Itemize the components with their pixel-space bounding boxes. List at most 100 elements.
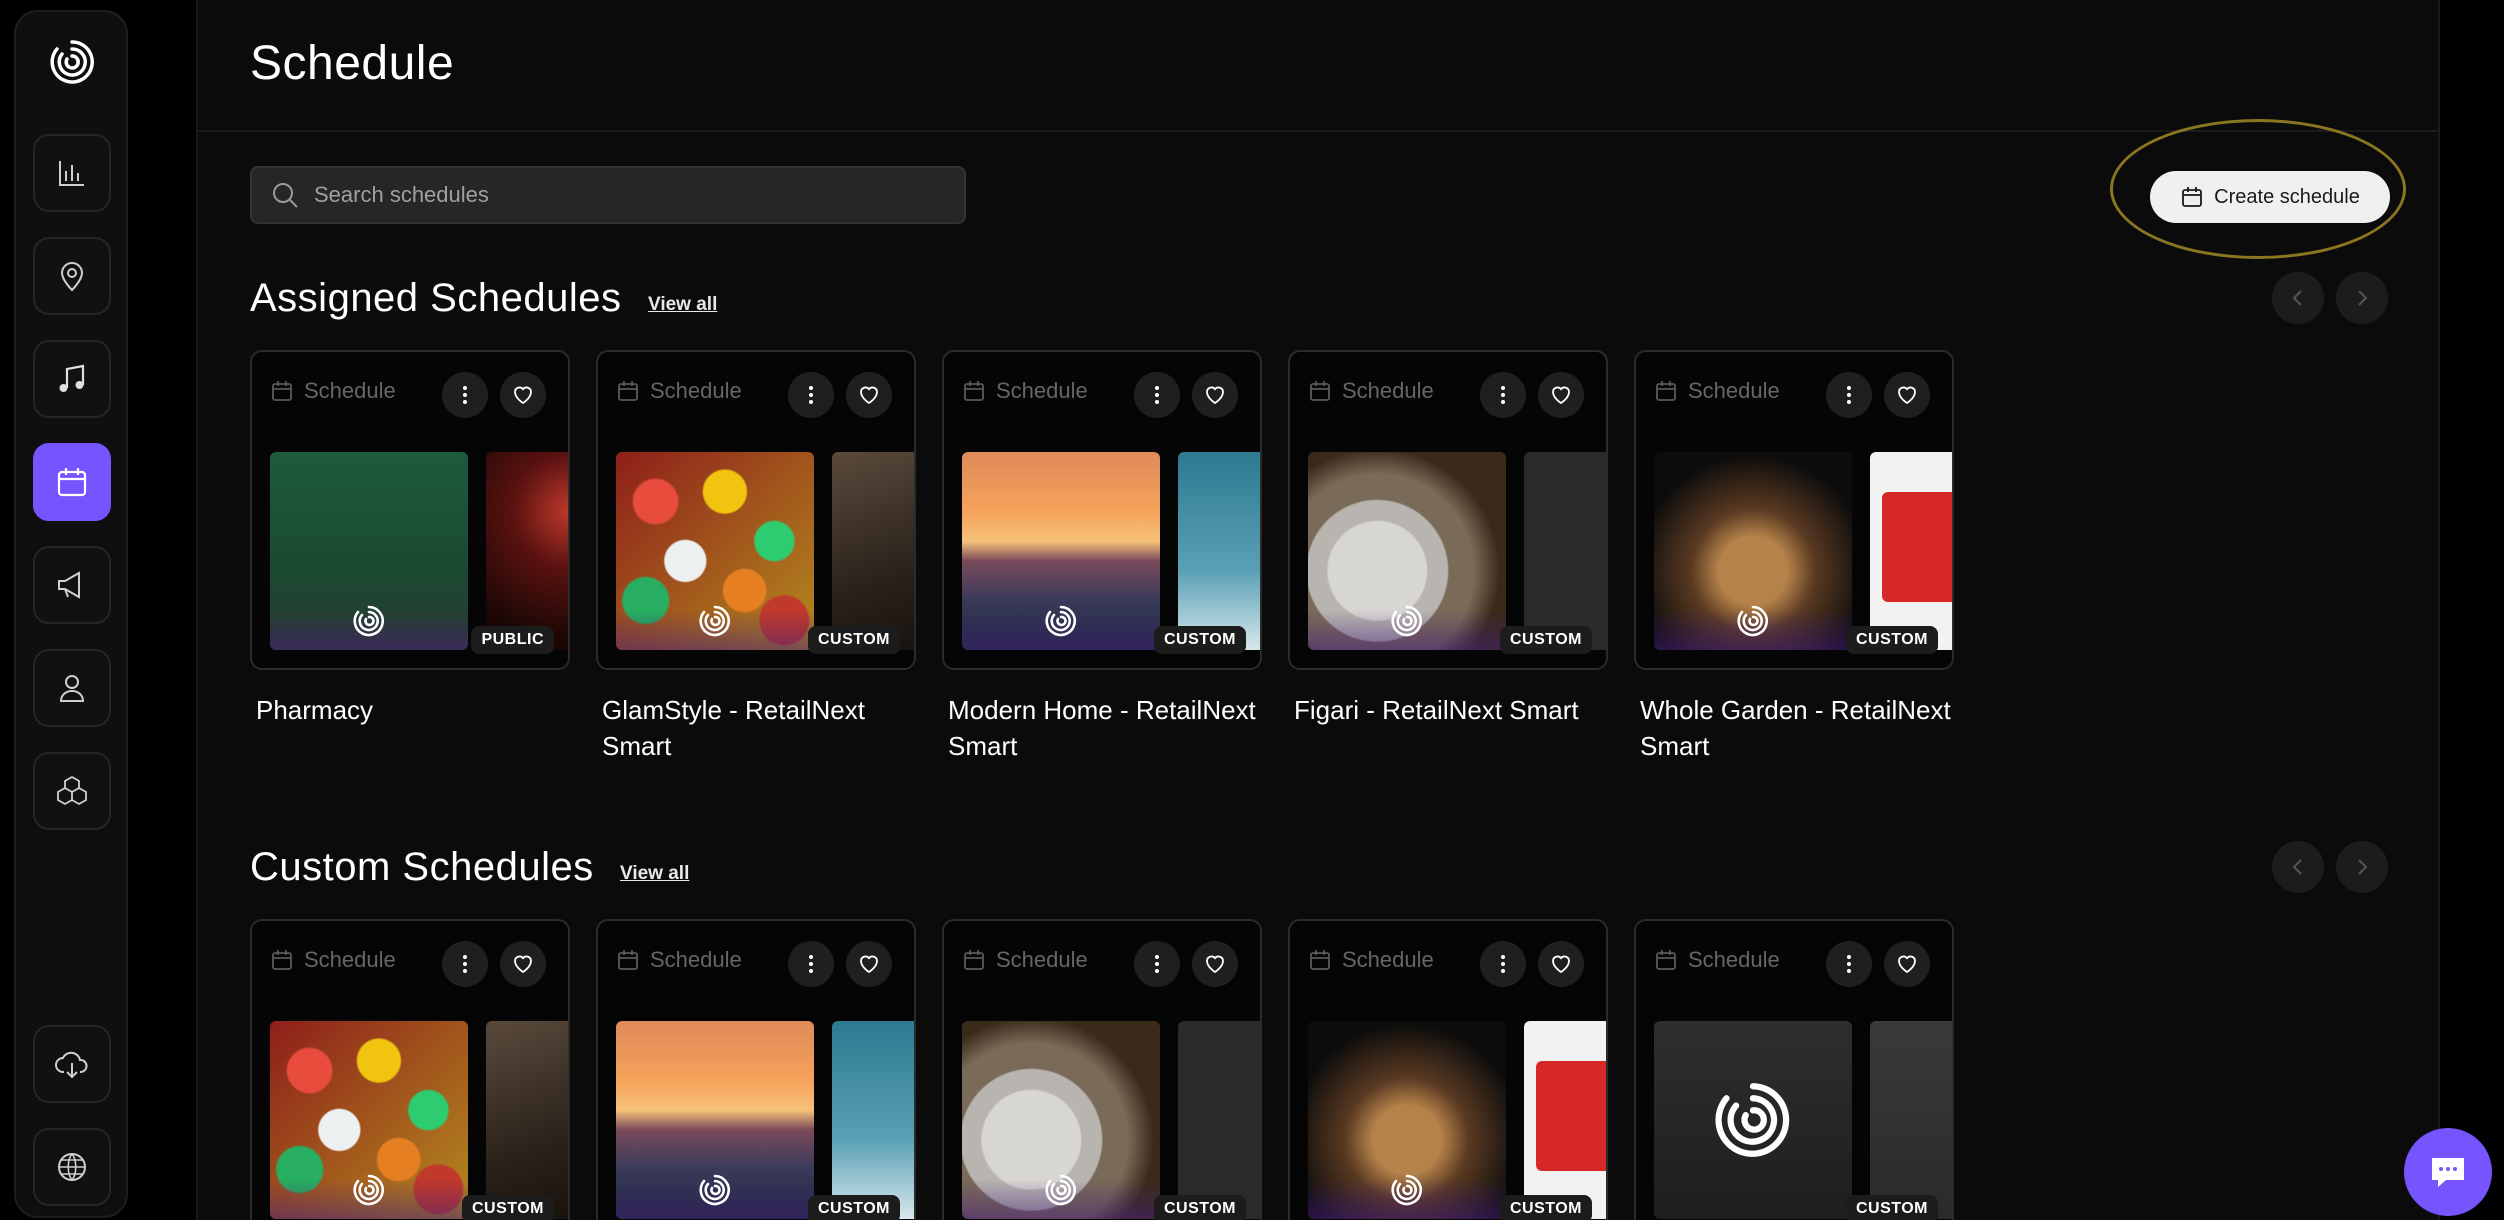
heart-icon (860, 955, 878, 974)
search-input[interactable] (314, 182, 914, 208)
calendar-icon (272, 381, 292, 401)
custom-schedule-card[interactable]: Schedule CUSTOM (596, 919, 916, 1220)
card-title[interactable]: Modern Home - RetailNext Smart (942, 692, 1262, 764)
custom-schedule-card[interactable]: Schedule CUSTOM (250, 919, 570, 1220)
assigned-view-all-link[interactable]: View all (648, 294, 717, 316)
sidebar-item-campaigns[interactable] (33, 546, 111, 624)
custom-schedule-card[interactable]: Schedule CUSTOM (1288, 919, 1608, 1220)
card-type-label: Schedule (1688, 947, 1780, 972)
create-schedule-button[interactable]: Create schedule (2150, 171, 2390, 223)
app-logo-icon (353, 605, 385, 637)
assigned-schedule-card[interactable]: Schedule PUBLIC (250, 350, 570, 670)
custom-schedule-card[interactable]: Schedule CUSTOM (1634, 919, 1954, 1220)
card-title[interactable]: GlamStyle - RetailNext Smart (596, 692, 916, 764)
card-more-button[interactable] (788, 372, 834, 418)
card-more-button[interactable] (1134, 941, 1180, 987)
card-visibility-badge: CUSTOM (1499, 626, 1592, 654)
card-favorite-button[interactable] (1538, 941, 1584, 987)
card-more-button[interactable] (442, 941, 488, 987)
heart-icon (1898, 955, 1916, 974)
card-visibility-badge: CUSTOM (1153, 626, 1246, 654)
card-visibility-badge: CUSTOM (1845, 626, 1938, 654)
card-cover-image (270, 452, 468, 650)
card-type: Schedule (962, 378, 1088, 404)
card-visibility-badge: CUSTOM (461, 1195, 554, 1220)
search-box[interactable] (250, 166, 966, 224)
card-favorite-button[interactable] (500, 941, 546, 987)
calendar-icon (618, 381, 638, 401)
card-type-label: Schedule (1342, 947, 1434, 972)
app-logo-icon (1715, 1083, 1790, 1157)
more-vertical-icon (1501, 955, 1505, 973)
card-favorite-button[interactable] (1884, 941, 1930, 987)
app-logo-icon[interactable] (47, 37, 97, 87)
app-logo-icon (699, 1174, 731, 1206)
calendar-icon (964, 381, 984, 401)
card-more-button[interactable] (442, 372, 488, 418)
assigned-next-button[interactable] (2336, 272, 2388, 324)
assigned-schedule-card[interactable]: Schedule CUSTOM (942, 350, 1262, 670)
card-type-label: Schedule (304, 947, 396, 972)
search-icon (273, 183, 298, 208)
card-more-button[interactable] (1480, 372, 1526, 418)
card-title[interactable]: Figari - RetailNext Smart (1288, 692, 1608, 728)
card-favorite-button[interactable] (1192, 941, 1238, 987)
globe-icon (58, 1153, 86, 1181)
sidebar-item-language[interactable] (33, 1128, 111, 1206)
sidebar-item-downloads[interactable] (33, 1025, 111, 1103)
app-logo-icon (1045, 605, 1077, 637)
sidebar-item-integrations[interactable] (33, 752, 111, 830)
custom-schedule-card[interactable]: Schedule CUSTOM (942, 919, 1262, 1220)
card-favorite-button[interactable] (846, 941, 892, 987)
custom-view-all-link[interactable]: View all (620, 863, 689, 885)
card-favorite-button[interactable] (500, 372, 546, 418)
card-visibility-badge: CUSTOM (1153, 1195, 1246, 1220)
assigned-prev-button[interactable] (2272, 272, 2324, 324)
app-logo-icon (1391, 605, 1423, 637)
card-title[interactable]: Whole Garden - RetailNext Smart (1634, 692, 1954, 764)
card-more-button[interactable] (788, 941, 834, 987)
calendar-icon (2182, 187, 2203, 207)
card-favorite-button[interactable] (1192, 372, 1238, 418)
chat-icon (2432, 1158, 2464, 1187)
assigned-schedule-card[interactable]: Schedule CUSTOM (1634, 350, 1954, 670)
card-title[interactable]: Pharmacy (250, 692, 570, 728)
sidebar-item-music[interactable] (33, 340, 111, 418)
assigned-schedule-card[interactable]: Schedule CUSTOM (596, 350, 916, 670)
card-secondary-image (1870, 1021, 1952, 1219)
main-panel: Schedule Create schedule Assigned Schedu… (196, 0, 2440, 1220)
custom-schedules-title: Custom Schedules (250, 845, 594, 889)
calendar-icon (1310, 950, 1330, 970)
card-more-button[interactable] (1480, 941, 1526, 987)
app-logo-icon (1391, 1174, 1423, 1206)
custom-prev-button[interactable] (2272, 841, 2324, 893)
card-type-label: Schedule (304, 378, 396, 403)
calendar-icon (57, 468, 87, 497)
more-vertical-icon (809, 386, 813, 404)
chevron-right-icon (2358, 859, 2368, 875)
card-more-button[interactable] (1134, 372, 1180, 418)
card-cover-image (270, 1021, 468, 1219)
sidebar-item-locations[interactable] (33, 237, 111, 315)
heart-icon (860, 386, 878, 405)
sidebar-item-users[interactable] (33, 649, 111, 727)
sidebar (14, 10, 128, 1218)
card-cover-image (1308, 1021, 1506, 1219)
sidebar-item-schedule[interactable] (33, 443, 111, 521)
more-vertical-icon (1155, 955, 1159, 973)
card-more-button[interactable] (1826, 372, 1872, 418)
card-favorite-button[interactable] (1884, 372, 1930, 418)
card-favorite-button[interactable] (846, 372, 892, 418)
more-vertical-icon (809, 955, 813, 973)
card-cover-image (1654, 452, 1852, 650)
card-more-button[interactable] (1826, 941, 1872, 987)
calendar-icon (964, 950, 984, 970)
custom-next-button[interactable] (2336, 841, 2388, 893)
create-schedule-label: Create schedule (2214, 185, 2360, 208)
sidebar-item-analytics[interactable] (33, 134, 111, 212)
card-secondary-image (486, 1021, 568, 1219)
chat-support-button[interactable] (2404, 1128, 2492, 1216)
card-favorite-button[interactable] (1538, 372, 1584, 418)
assigned-schedule-card[interactable]: Schedule CUSTOM (1288, 350, 1608, 670)
chevron-left-icon (2292, 859, 2302, 875)
